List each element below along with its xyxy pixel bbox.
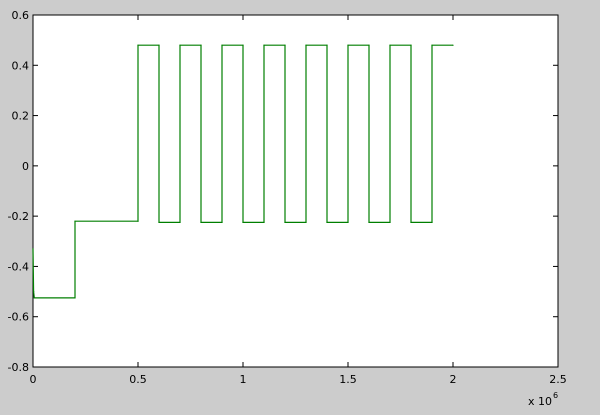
- data-point: [242, 221, 244, 223]
- x-tick-label: 0.5: [129, 373, 147, 386]
- data-point: [242, 44, 244, 46]
- data-point: [200, 221, 202, 223]
- data-point: [158, 44, 160, 46]
- data-point: [389, 44, 391, 46]
- y-tick-label: -0.2: [8, 210, 29, 223]
- y-tick-label: 0: [22, 160, 29, 173]
- data-point: [263, 44, 265, 46]
- data-point: [305, 221, 307, 223]
- data-point: [74, 297, 76, 299]
- x-tick-label: 2.5: [549, 373, 567, 386]
- data-point: [326, 44, 328, 46]
- plot-area: [32, 14, 559, 368]
- chart: 0 0.5 1 1.5 2 2.5 -0.8-0.6-0.4-0.200.20.40.6 …: [8, 9, 567, 408]
- data-point: [326, 221, 328, 223]
- data-point: [158, 221, 160, 223]
- data-point: [368, 221, 370, 223]
- y-tick-label: -0.8: [8, 361, 29, 374]
- data-point: [221, 44, 223, 46]
- data-point: [137, 44, 139, 46]
- x-tick-label: 1: [240, 373, 247, 386]
- data-point: [74, 220, 76, 222]
- y-tick-label: 0.2: [12, 110, 30, 123]
- data-point: [200, 44, 202, 46]
- data-point: [347, 44, 349, 46]
- data-point: [137, 220, 139, 222]
- data-point: [179, 44, 181, 46]
- data-point: [284, 221, 286, 223]
- data-point: [305, 44, 307, 46]
- data-point: [368, 44, 370, 46]
- data-point: [284, 44, 286, 46]
- data-point: [179, 221, 181, 223]
- x-tick-label: 0: [30, 373, 37, 386]
- data-point: [410, 44, 412, 46]
- data-point: [221, 221, 223, 223]
- y-tick-label: -0.6: [8, 311, 29, 324]
- x-exponent: 6: [553, 391, 558, 400]
- data-point: [431, 44, 433, 46]
- y-tick-label: -0.4: [8, 260, 29, 273]
- data-point: [263, 221, 265, 223]
- data-point: [33, 291, 35, 293]
- data-point: [347, 221, 349, 223]
- data-point: [452, 44, 454, 46]
- data-point: [410, 221, 412, 223]
- y-tick-label: 0.6: [12, 9, 30, 22]
- x-exponent-label: x 10: [528, 395, 552, 408]
- y-tick-label: 0.4: [12, 59, 30, 72]
- data-point: [389, 221, 391, 223]
- x-tick-label: 1.5: [339, 373, 357, 386]
- data-point: [33, 297, 35, 299]
- x-tick-label: 2: [450, 373, 457, 386]
- figure: 0 0.5 1 1.5 2 2.5 -0.8 -0.6 -0.4 -0.2 0 0.2 0.4 0.6 …: [0, 0, 600, 415]
- data-point: [32, 248, 34, 250]
- data-point: [431, 221, 433, 223]
